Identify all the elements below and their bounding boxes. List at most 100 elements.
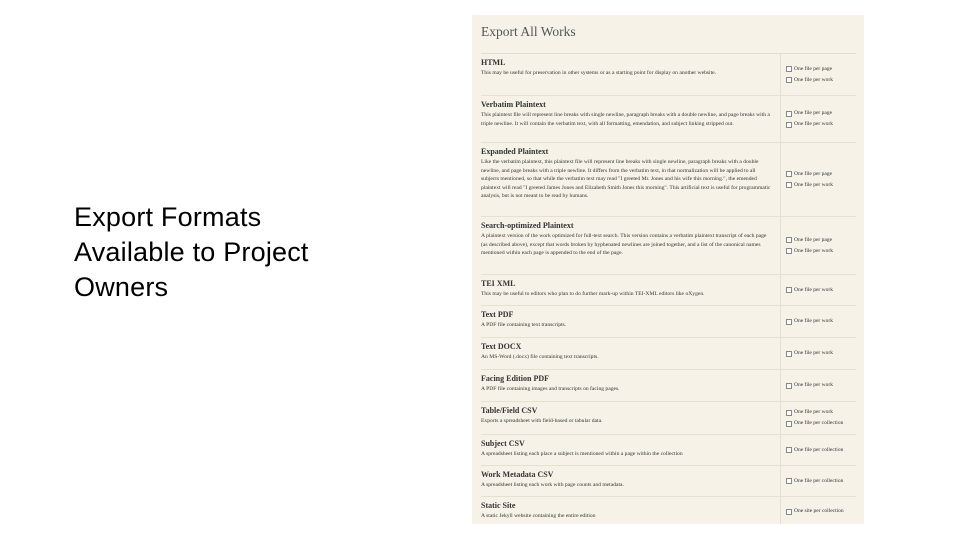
option-label: One file per collection: [794, 446, 844, 453]
option-label: One file per work: [794, 121, 833, 127]
checkbox[interactable]: [786, 237, 792, 243]
format-name: Subject CSV: [481, 439, 525, 448]
export-panel: Export All Works HTML This may be useful …: [472, 15, 864, 524]
checkbox[interactable]: [786, 248, 792, 254]
option-checkbox-row[interactable]: One file per work: [786, 246, 856, 257]
format-name: Table/Field CSV: [481, 406, 538, 415]
format-info: Verbatim Plaintext This plaintext file wi…: [481, 96, 780, 142]
format-info: Text PDF A PDF file containing text trans…: [481, 306, 780, 337]
format-description: A plaintext version of the work optimize…: [481, 233, 767, 256]
option-checkbox-row[interactable]: One file per work: [786, 316, 856, 327]
format-description: A spreadsheet listing each place a subje…: [481, 451, 683, 457]
option-checkbox-row[interactable]: One file per collection: [786, 476, 856, 487]
option-label: One file per work: [794, 286, 833, 293]
format-name: Static Site: [481, 501, 516, 510]
format-row: Text DOCX An MS-Word (.docx) file contain…: [481, 338, 856, 370]
checkbox[interactable]: [786, 350, 792, 357]
option-checkbox-row[interactable]: One file per page: [786, 64, 856, 75]
checkbox[interactable]: [786, 318, 792, 325]
format-description: This plaintext file will represent line …: [481, 112, 770, 127]
format-row: Verbatim Plaintext This plaintext file wi…: [481, 96, 856, 143]
checkbox[interactable]: [786, 182, 792, 188]
format-info: Work Metadata CSV A spreadsheet listing e…: [481, 466, 780, 496]
option-checkbox-row[interactable]: One file per work: [786, 180, 856, 191]
checkbox[interactable]: [786, 382, 792, 389]
checkbox[interactable]: [786, 287, 792, 293]
option-label: One file per work: [794, 181, 833, 188]
format-description: A static Jekyll website containing the e…: [481, 513, 596, 519]
option-checkbox-row[interactable]: One file per work: [786, 119, 856, 130]
format-description: A spreadsheet listing each work with pag…: [481, 482, 624, 488]
format-description: Exports a spreadsheet with field-based o…: [481, 418, 603, 424]
format-name: Verbatim Plaintext: [481, 100, 546, 109]
format-info: Table/Field CSV Exports a spreadsheet wit…: [481, 402, 780, 434]
format-info: Text DOCX An MS-Word (.docx) file contain…: [481, 338, 780, 369]
option-label: One file per page: [794, 170, 833, 177]
option-label: One site per collection: [794, 508, 844, 514]
option-label: One file per page: [794, 110, 833, 116]
format-options: One site per collection: [780, 497, 856, 524]
format-row: Expanded Plaintext Like the verbatim plai…: [481, 143, 856, 217]
format-info: TEI XML This may be useful to editors who…: [481, 275, 780, 305]
option-checkbox-row[interactable]: One file per work: [786, 380, 856, 391]
format-options: One file per page One file per work: [780, 54, 856, 95]
format-options: One file per page One file per work: [780, 217, 856, 274]
option-checkbox-row[interactable]: One file per collection: [786, 418, 856, 429]
format-name: Work Metadata CSV: [481, 470, 554, 479]
format-info: Expanded Plaintext Like the verbatim plai…: [481, 143, 780, 216]
format-options: One file per work: [780, 338, 856, 369]
checkbox[interactable]: [786, 171, 792, 177]
option-checkbox-row[interactable]: One file per work: [786, 285, 856, 296]
checkbox[interactable]: [786, 121, 792, 128]
format-list: HTML This may be useful for preservation …: [481, 54, 856, 524]
format-row: Work Metadata CSV A spreadsheet listing e…: [481, 466, 856, 497]
checkbox[interactable]: [786, 420, 792, 427]
checkbox[interactable]: [786, 77, 792, 83]
option-checkbox-row[interactable]: One file per collection: [786, 445, 856, 456]
format-name: TEI XML: [481, 279, 516, 288]
format-options: One file per collection: [780, 435, 856, 465]
checkbox[interactable]: [786, 508, 792, 515]
format-info: Subject CSV A spreadsheet listing each pl…: [481, 435, 780, 465]
format-name: Search-optimized Plaintext: [481, 221, 574, 230]
format-row: HTML This may be useful for preservation …: [481, 54, 856, 96]
format-row: Text PDF A PDF file containing text trans…: [481, 306, 856, 338]
option-checkbox-row[interactable]: One file per page: [786, 169, 856, 180]
format-name: Expanded Plaintext: [481, 147, 549, 156]
format-description: This may be useful for preservation in o…: [481, 70, 717, 76]
option-label: One file per collection: [794, 420, 844, 426]
option-label: One file per work: [794, 76, 833, 83]
option-checkbox-row[interactable]: One file per work: [786, 348, 856, 359]
format-info: Search-optimized Plaintext A plaintext ve…: [481, 217, 780, 274]
slide-title: Export Formats Available to Project Owne…: [74, 202, 309, 302]
format-name: Facing Edition PDF: [481, 374, 550, 383]
option-label: One file per work: [794, 350, 833, 356]
checkbox[interactable]: [786, 110, 792, 117]
format-row: Search-optimized Plaintext A plaintext ve…: [481, 217, 856, 275]
option-checkbox-row[interactable]: One file per page: [786, 108, 856, 119]
checkbox[interactable]: [786, 478, 792, 484]
option-checkbox-row[interactable]: One file per page: [786, 235, 856, 246]
format-row: Static Site A static Jekyll website conta…: [481, 497, 856, 524]
checkbox[interactable]: [786, 66, 792, 72]
format-options: One file per collection: [780, 466, 856, 496]
option-checkbox-row[interactable]: One file per work: [786, 407, 856, 418]
format-name: Text DOCX: [481, 342, 522, 351]
format-name: Text PDF: [481, 310, 514, 319]
checkbox[interactable]: [786, 409, 792, 416]
format-options: One file per page One file per work: [780, 143, 856, 216]
option-label: One file per page: [794, 65, 833, 72]
format-row: Facing Edition PDF A PDF file containing …: [481, 370, 856, 402]
format-options: One file per work One file per collection: [780, 402, 856, 434]
option-checkbox-row[interactable]: One site per collection: [786, 506, 856, 517]
format-description: A PDF file containing text transcripts.: [481, 322, 567, 328]
format-options: One file per work: [780, 306, 856, 337]
checkbox[interactable]: [786, 447, 792, 453]
format-description: An MS-Word (.docx) file containing text …: [481, 354, 599, 360]
option-label: One file per work: [794, 409, 833, 415]
option-label: One file per work: [794, 318, 833, 324]
format-row: Subject CSV A spreadsheet listing each pl…: [481, 435, 856, 466]
format-info: Static Site A static Jekyll website conta…: [481, 497, 780, 524]
format-info: HTML This may be useful for preservation …: [481, 54, 780, 95]
option-checkbox-row[interactable]: One file per work: [786, 75, 856, 86]
